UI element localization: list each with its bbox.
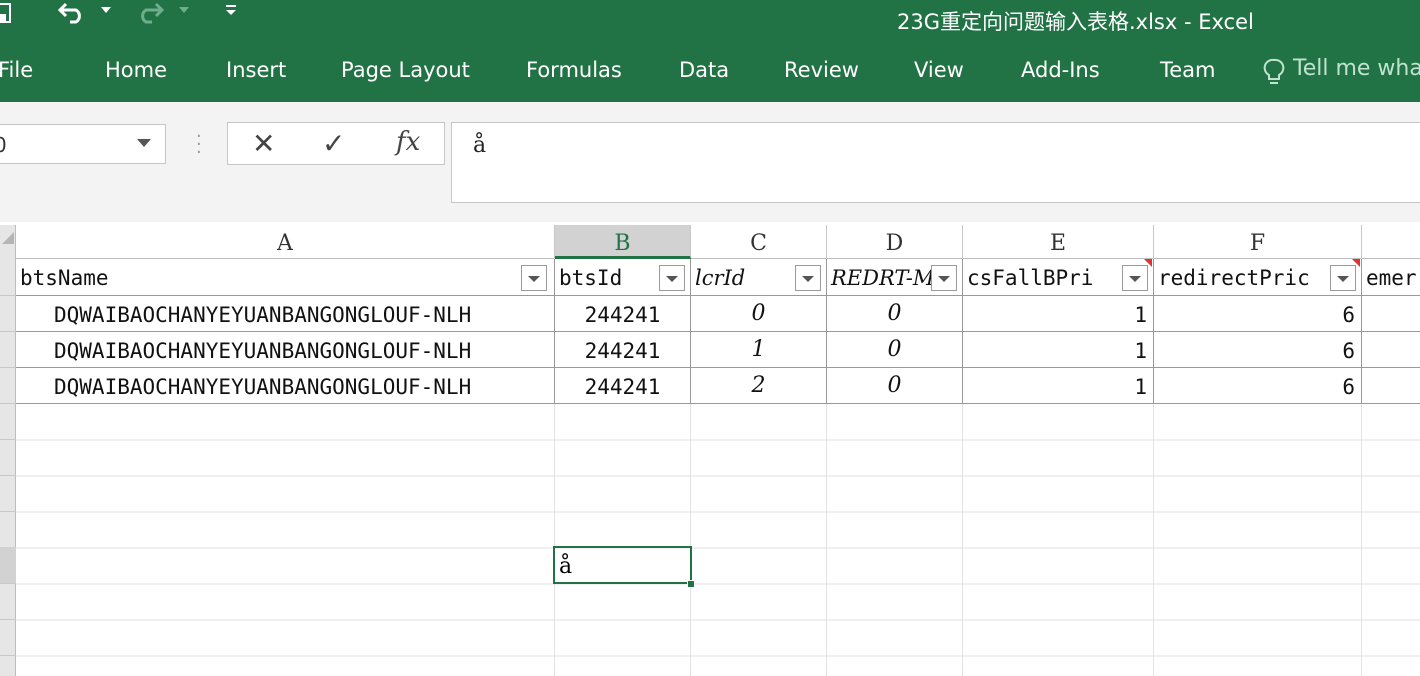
tab-data[interactable]: Data: [679, 58, 729, 82]
fill-handle[interactable]: [687, 580, 695, 588]
filter-dropdown-icon[interactable]: [521, 265, 547, 291]
table-cell[interactable]: [1362, 332, 1420, 368]
lightbulb-icon: [1263, 58, 1285, 84]
filter-dropdown-icon[interactable]: [1122, 265, 1148, 291]
table-cell[interactable]: DQWAIBAOCHANYEYUANBANGONGLOUF-NLH: [16, 296, 555, 332]
formula-buttons: ✕ ✓ fx: [227, 122, 445, 165]
filter-dropdown-icon[interactable]: [795, 265, 821, 291]
table-header-emer[interactable]: emer: [1362, 259, 1420, 296]
table-header-btsname[interactable]: btsName: [16, 259, 555, 296]
tab-home[interactable]: Home: [105, 58, 167, 82]
table-header-csfallbpri[interactable]: csFallBPri: [963, 259, 1154, 296]
table-cell[interactable]: 0: [827, 368, 963, 404]
table-cell[interactable]: [1362, 296, 1420, 332]
name-box-value: 0: [0, 133, 7, 157]
column-header-a[interactable]: A: [16, 225, 555, 259]
column-header-f[interactable]: F: [1154, 225, 1362, 259]
table-cell[interactable]: 6: [1154, 332, 1362, 368]
column-header-c[interactable]: C: [691, 225, 827, 259]
window-title: 23G重定向问题输入表格.xlsx - Excel: [897, 10, 1254, 34]
resize-grip-icon[interactable]: · · ·: [196, 128, 202, 162]
tab-page-layout[interactable]: Page Layout: [341, 58, 470, 82]
table-cell[interactable]: 2: [691, 368, 827, 404]
enter-icon[interactable]: ✓: [322, 127, 345, 160]
name-box-dropdown-icon[interactable]: [137, 139, 151, 147]
tab-view[interactable]: View: [914, 58, 964, 82]
column-header-d[interactable]: D: [827, 225, 963, 259]
empty-cells-gridlines: [16, 404, 1420, 676]
redo-dropdown-icon[interactable]: [178, 6, 190, 14]
cancel-icon[interactable]: ✕: [252, 127, 275, 160]
table-header-redirectpri[interactable]: redirectPric: [1154, 259, 1362, 296]
select-all-triangle-icon: [2, 232, 14, 244]
table-cell[interactable]: 1: [963, 368, 1154, 404]
filter-dropdown-icon[interactable]: [659, 265, 685, 291]
table-cell[interactable]: DQWAIBAOCHANYEYUANBANGONGLOUF-NLH: [16, 332, 555, 368]
table-cell[interactable]: 6: [1154, 296, 1362, 332]
filter-dropdown-icon[interactable]: [1330, 265, 1356, 291]
undo-icon[interactable]: [58, 0, 88, 24]
column-header-g[interactable]: [1362, 225, 1420, 259]
comment-indicator-icon: [1352, 259, 1360, 267]
tab-insert[interactable]: Insert: [226, 58, 286, 82]
table-header-btsid[interactable]: btsId: [555, 259, 691, 296]
table-cell[interactable]: 1: [963, 332, 1154, 368]
customize-qat-icon[interactable]: [224, 4, 238, 16]
name-box[interactable]: 0: [0, 124, 166, 164]
tab-file[interactable]: File: [0, 58, 33, 82]
table-cell[interactable]: 6: [1154, 368, 1362, 404]
table-cell[interactable]: 0: [827, 296, 963, 332]
table-cell[interactable]: 244241: [555, 368, 691, 404]
table-cell[interactable]: DQWAIBAOCHANYEYUANBANGONGLOUF-NLH: [16, 368, 555, 404]
redo-icon[interactable]: [134, 0, 164, 24]
active-cell-value: å: [559, 554, 573, 579]
tell-me-text: Tell me wha: [1293, 56, 1420, 81]
table-cell[interactable]: 244241: [555, 296, 691, 332]
column-headers: A B C D E F: [16, 225, 1420, 259]
table-cell[interactable]: 244241: [555, 332, 691, 368]
row-headers: [0, 259, 16, 676]
formula-input[interactable]: å: [451, 122, 1420, 203]
tab-add-ins[interactable]: Add-Ins: [1021, 58, 1100, 82]
tab-formulas[interactable]: Formulas: [526, 58, 622, 82]
comment-indicator-icon: [1144, 259, 1152, 267]
save-icon[interactable]: [0, 2, 14, 26]
undo-dropdown-icon[interactable]: [100, 6, 112, 14]
row-header-selected[interactable]: [0, 547, 16, 583]
insert-function-icon[interactable]: fx: [396, 127, 420, 157]
table-header-lcrid[interactable]: lcrId: [691, 259, 827, 296]
tab-review[interactable]: Review: [784, 58, 859, 82]
formula-content: å: [473, 133, 487, 158]
table-header-redrt[interactable]: REDRT-M: [827, 259, 963, 296]
table-cell[interactable]: 0: [691, 296, 827, 332]
table-cell[interactable]: 1: [963, 296, 1154, 332]
tab-team[interactable]: Team: [1160, 58, 1216, 82]
table-cell[interactable]: 1: [691, 332, 827, 368]
active-cell[interactable]: å: [553, 546, 692, 584]
table-cell[interactable]: 0: [827, 332, 963, 368]
column-header-b[interactable]: B: [555, 225, 691, 259]
title-bar: 23G重定向问题输入表格.xlsx - Excel: [0, 0, 1420, 40]
filter-dropdown-icon[interactable]: [931, 265, 957, 291]
column-header-e[interactable]: E: [963, 225, 1154, 259]
table-cell[interactable]: [1362, 368, 1420, 404]
